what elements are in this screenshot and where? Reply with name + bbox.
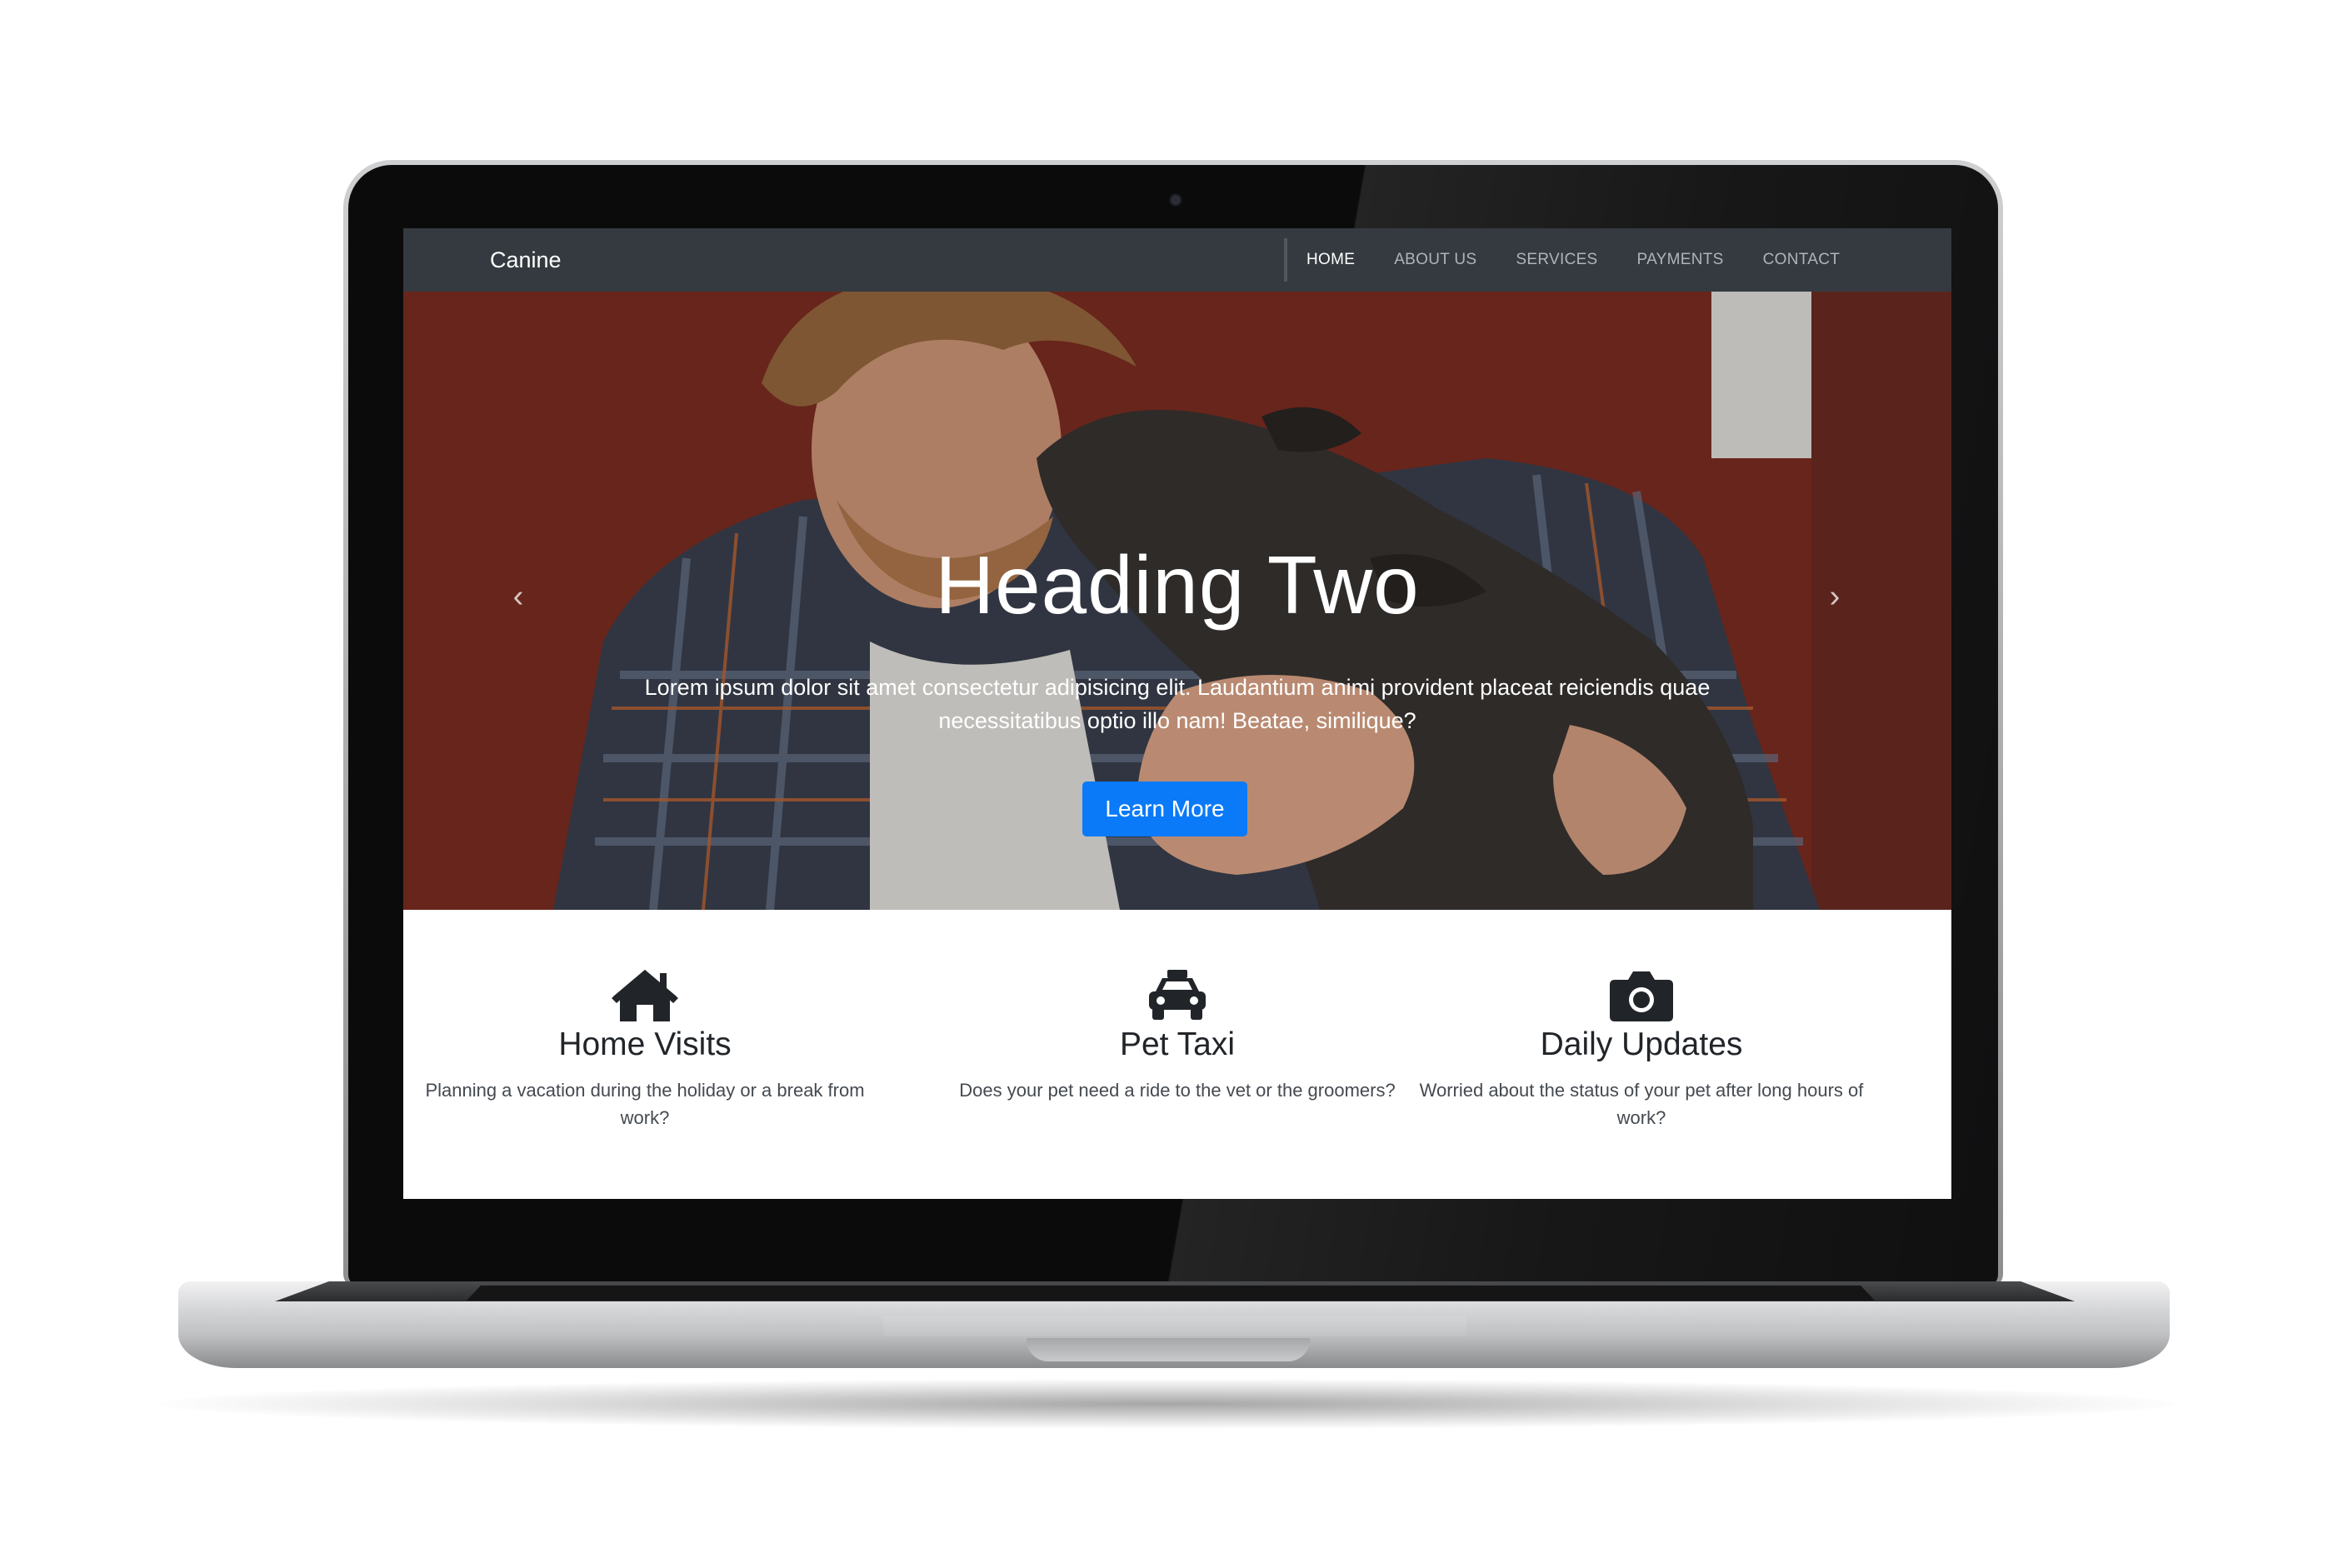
learn-more-button[interactable]: Learn More xyxy=(1082,782,1247,836)
feature-title: Home Visits xyxy=(558,1026,732,1062)
home-icon xyxy=(612,970,678,1021)
feature-description: Planning a vacation during the holiday o… xyxy=(425,1080,865,1128)
feature-description: Does your pet need a ride to the vet or … xyxy=(959,1080,1396,1101)
nav-link-payments[interactable]: PAYMENTS xyxy=(1637,251,1724,269)
hero-carousel: ‹ › Heading Two Lorem ipsum dolor sit am… xyxy=(403,292,1951,910)
trackpad-edge xyxy=(883,1316,1466,1336)
laptop-shadow xyxy=(158,1379,2175,1429)
camera-icon xyxy=(1610,971,1673,1021)
features-section: Home Visits Planning a vacation during t… xyxy=(403,910,1951,1199)
webcam xyxy=(1171,195,1181,205)
keyboard-edge xyxy=(467,1286,1875,1301)
feature-description: Worried about the status of your pet aft… xyxy=(1419,1080,1864,1128)
opening-notch xyxy=(1027,1338,1310,1361)
taxi-icon xyxy=(1149,970,1206,1020)
nav-link-about-us[interactable]: ABOUT US xyxy=(1394,251,1476,269)
nav-links: HOME ABOUT US SERVICES PAYMENTS CONTACT xyxy=(1306,228,1879,292)
nav-link-contact[interactable]: CONTACT xyxy=(1763,251,1841,269)
brand-logo[interactable]: Canine xyxy=(490,228,562,292)
feature-title: Daily Updates xyxy=(1540,1026,1743,1062)
nav-link-services[interactable]: SERVICES xyxy=(1516,251,1597,269)
nav-link-home[interactable]: HOME xyxy=(1306,251,1355,269)
hero-text: Lorem ipsum dolor sit amet consectetur a… xyxy=(644,675,1711,733)
laptop-screen: Canine HOME ABOUT US SERVICES PAYMENTS C… xyxy=(403,228,1951,1199)
nav-separator xyxy=(1284,238,1287,282)
feature-title: Pet Taxi xyxy=(1119,1026,1236,1062)
navbar: Canine HOME ABOUT US SERVICES PAYMENTS C… xyxy=(403,228,1951,292)
hero-heading: Heading Two xyxy=(935,539,1420,631)
